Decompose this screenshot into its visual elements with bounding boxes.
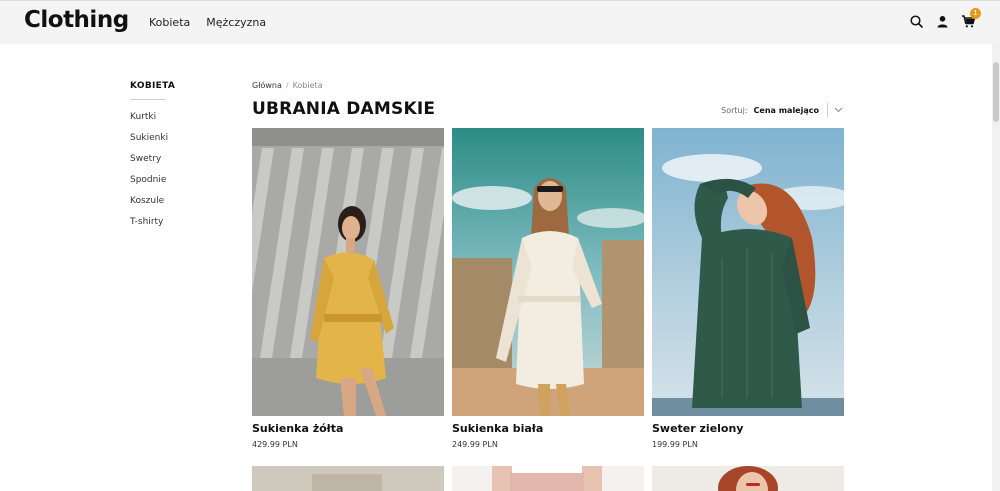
product-price: 199.99 PLN (652, 440, 698, 449)
sidebar-item-koszule[interactable]: Koszule (130, 196, 250, 217)
sidebar-item-spodnie[interactable]: Spodnie (130, 175, 250, 196)
product-name[interactable]: Sweter zielony (652, 422, 844, 435)
nav-item-kobieta[interactable]: Kobieta (149, 16, 190, 29)
product-image-partial[interactable] (652, 466, 844, 491)
product-image-yellow-dress[interactable] (252, 128, 444, 416)
breadcrumb-separator: / (285, 81, 289, 90)
product-name[interactable]: Sukienka biała (452, 422, 644, 435)
breadcrumb: Główna / Kobieta (252, 81, 323, 90)
sidebar-title: KOBIETA (130, 81, 175, 100)
product-card[interactable]: Sukienka biała 249.99 PLN (452, 128, 644, 449)
product-card[interactable]: Sukienka żółta 429.99 PLN (252, 128, 444, 449)
header-icons: 1 (909, 8, 981, 29)
breadcrumb-home[interactable]: Główna (252, 81, 282, 90)
breadcrumb-current: Kobieta (292, 81, 323, 90)
product-image-partial[interactable] (252, 466, 444, 491)
product-image-partial[interactable] (452, 466, 644, 491)
main-nav: Kobieta Mężczyzna (149, 16, 266, 29)
sort-select[interactable]: Sortuj: Cena malejąco (721, 103, 843, 117)
site-logo[interactable]: Clothing (24, 7, 129, 33)
sort-divider (827, 103, 828, 117)
top-header: Clothing Kobieta Mężczyzna 1 (0, 0, 1000, 44)
sidebar-item-kurtki[interactable]: Kurtki (130, 112, 250, 133)
nav-item-mezczyzna[interactable]: Mężczyzna (206, 16, 266, 29)
search-icon[interactable] (909, 14, 924, 29)
sort-label: Sortuj: (721, 105, 748, 115)
sidebar-item-tshirty[interactable]: T-shirty (130, 217, 250, 238)
category-sidebar: KOBIETA Kurtki Sukienki Swetry Spodnie K… (130, 81, 250, 238)
product-price: 429.99 PLN (252, 440, 298, 449)
scrollbar-thumb[interactable] (993, 62, 999, 122)
sidebar-list: Kurtki Sukienki Swetry Spodnie Koszule T… (130, 112, 250, 238)
page-scrollbar[interactable] (992, 44, 1000, 491)
product-card[interactable]: Sweter zielony 199.99 PLN (652, 128, 844, 449)
product-image-white-dress[interactable] (452, 128, 644, 416)
sort-value[interactable]: Cena malejąco (754, 106, 819, 115)
product-name[interactable]: Sukienka żółta (252, 422, 444, 435)
sidebar-item-swetry[interactable]: Swetry (130, 154, 250, 175)
product-image-green-sweater[interactable] (652, 128, 844, 416)
page-title: UBRANIA DAMSKIE (252, 99, 436, 119)
cart-icon[interactable]: 1 (961, 8, 981, 29)
cart-count-badge: 1 (970, 8, 981, 19)
sidebar-item-sukienki[interactable]: Sukienki (130, 133, 250, 154)
product-price: 249.99 PLN (452, 440, 498, 449)
chevron-down-icon[interactable] (834, 106, 843, 115)
user-icon[interactable] (935, 14, 950, 29)
